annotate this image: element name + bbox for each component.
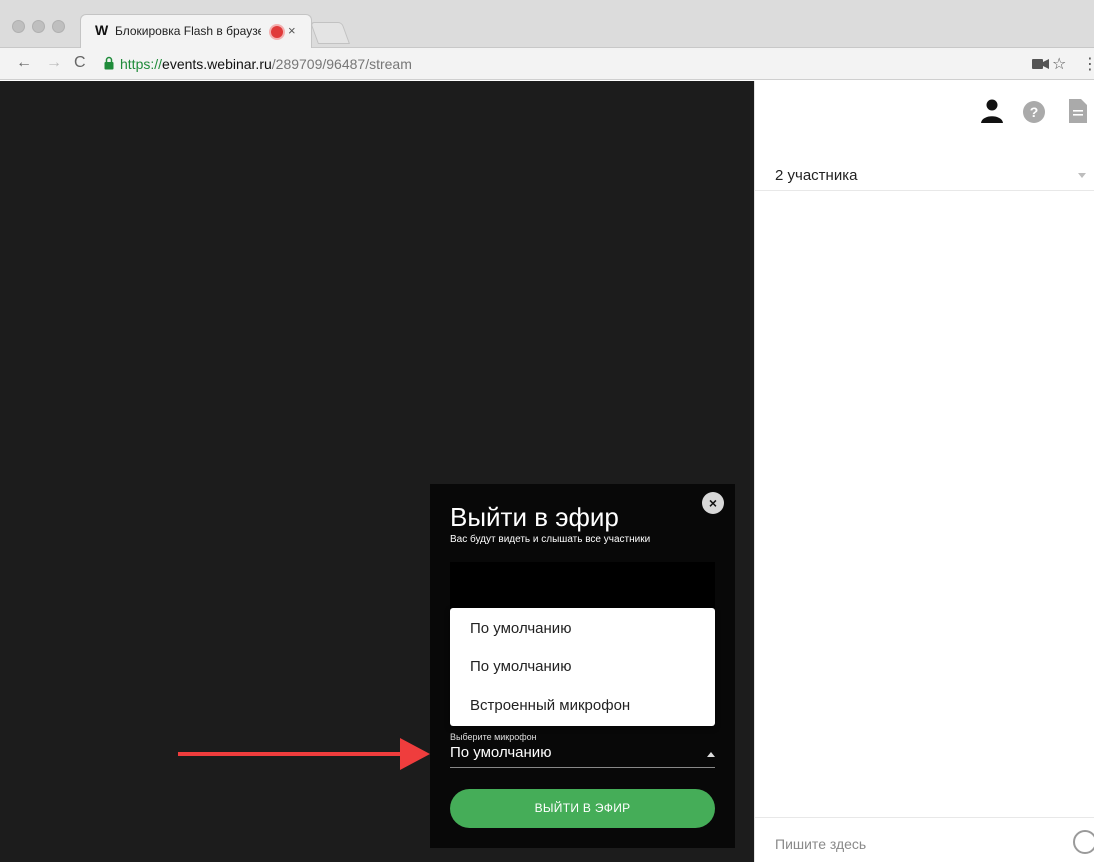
annotation-arrow-head xyxy=(400,738,430,770)
help-icon[interactable]: ? xyxy=(1023,101,1045,123)
lock-icon xyxy=(104,56,114,70)
webinar-logo-icon: W xyxy=(95,22,109,38)
camera-preview xyxy=(450,562,715,610)
address-bar[interactable]: https://events.webinar.ru/289709/96487/s… xyxy=(120,56,412,72)
tab-close-icon[interactable]: × xyxy=(288,23,296,38)
bookmark-star-icon[interactable]: ☆ xyxy=(1052,54,1066,74)
divider xyxy=(755,817,1094,818)
select-underline xyxy=(450,767,715,768)
dropdown-option[interactable]: По умолчанию xyxy=(470,658,571,675)
dropdown-option[interactable]: Встроенный микрофон xyxy=(470,697,630,714)
document-icon[interactable] xyxy=(1069,99,1087,123)
sidebar: ? 2 участника xyxy=(754,81,1094,862)
window-minimize-button[interactable] xyxy=(32,20,45,33)
svg-text:?: ? xyxy=(1030,104,1039,120)
microphone-label: Выберите микрофон xyxy=(450,732,537,742)
forward-arrow-icon[interactable]: → xyxy=(46,54,62,72)
go-live-button[interactable]: ВЫЙТИ В ЭФИР xyxy=(450,789,715,828)
go-live-modal: × Выйти в эфир Вас будут видеть и слышат… xyxy=(430,484,735,848)
chevron-up-icon[interactable] xyxy=(707,752,715,757)
browser-tab[interactable]: W Блокировка Flash в браузе × xyxy=(80,14,312,48)
browser-menu-icon[interactable]: ⋮ xyxy=(1082,54,1094,74)
participants-dropdown-icon[interactable] xyxy=(1078,173,1086,178)
modal-title: Выйти в эфир xyxy=(450,502,619,532)
back-arrow-icon[interactable]: ← xyxy=(16,54,32,72)
browser-toolbar: ← → C https://events.webinar.ru/289709/9… xyxy=(0,48,1094,80)
microphone-dropdown-list: По умолчанию По умолчанию Встроенный мик… xyxy=(450,608,715,726)
annotation-arrow xyxy=(178,752,404,756)
url-path: /289709/96487/stream xyxy=(271,56,412,72)
reload-icon[interactable]: C xyxy=(74,54,86,72)
browser-titlebar: W Блокировка Flash в браузе × xyxy=(0,0,1094,48)
modal-close-icon[interactable]: × xyxy=(702,492,724,514)
microphone-select[interactable]: По умолчанию xyxy=(450,744,551,761)
participants-count[interactable]: 2 участника xyxy=(775,167,857,184)
dropdown-option[interactable]: По умолчанию xyxy=(470,620,571,637)
window-close-button[interactable] xyxy=(12,20,25,33)
tab-title: Блокировка Flash в браузе xyxy=(115,24,261,38)
camera-icon[interactable] xyxy=(1032,58,1050,70)
window-zoom-button[interactable] xyxy=(52,20,65,33)
url-host: events.webinar.ru xyxy=(162,56,272,72)
emoji-icon[interactable] xyxy=(1073,830,1094,854)
url-protocol: https:// xyxy=(120,56,163,72)
modal-subtitle: Вас будут видеть и слышать все участники xyxy=(450,534,651,545)
user-icon[interactable] xyxy=(981,99,1003,123)
new-tab-button[interactable] xyxy=(309,22,351,44)
divider xyxy=(755,190,1094,191)
chat-input[interactable] xyxy=(775,835,1055,853)
recording-icon xyxy=(271,26,283,38)
